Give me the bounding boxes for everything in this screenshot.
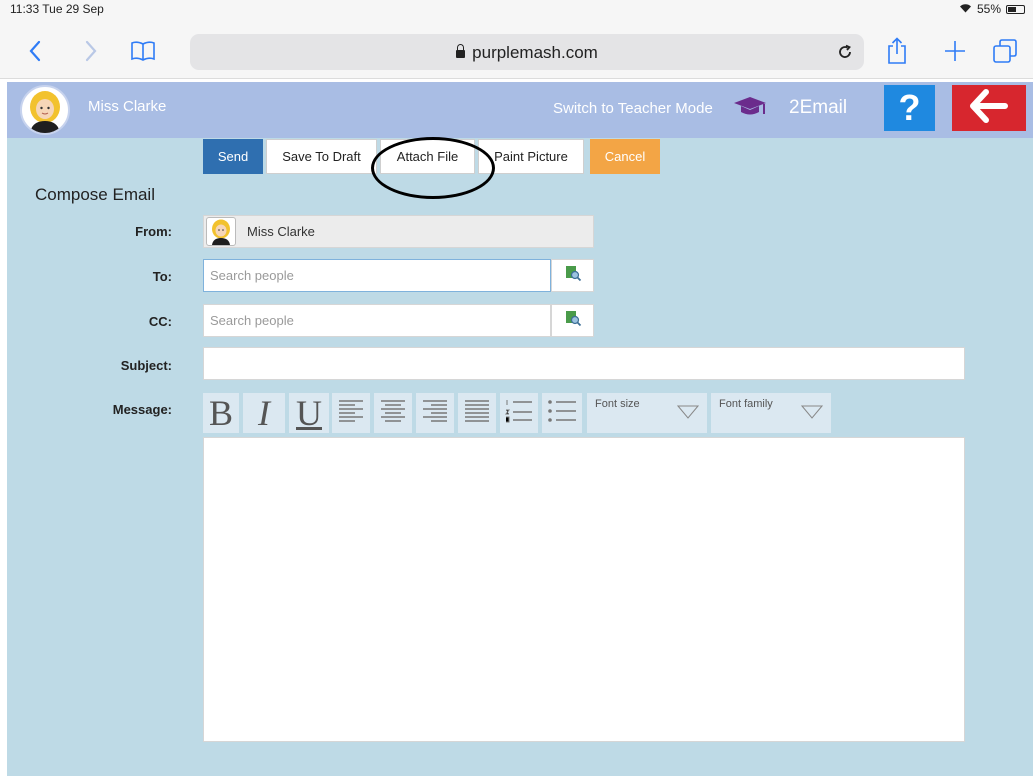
lock-icon (456, 44, 466, 58)
battery-percent: 55% (976, 2, 1001, 16)
to-search-input[interactable] (203, 259, 551, 292)
cc-search-input[interactable] (203, 304, 551, 337)
compose-title: Compose Email (35, 185, 155, 204)
tabs-icon[interactable] (988, 34, 1022, 68)
share-icon[interactable] (880, 34, 914, 68)
ordered-list-button[interactable] (500, 393, 538, 433)
bookmarks-icon[interactable] (126, 34, 160, 68)
font-family-label: Font family (719, 398, 773, 410)
align-left-icon (338, 399, 364, 428)
align-right-icon (422, 399, 448, 428)
bold-icon: B (208, 393, 233, 433)
paint-picture-button[interactable]: Paint Picture (478, 139, 584, 174)
browser-toolbar: purplemash.com (0, 26, 1033, 79)
sender-avatar (206, 217, 236, 246)
user-name: Miss Clarke (88, 98, 167, 115)
save-draft-button[interactable]: Save To Draft (266, 139, 377, 174)
align-center-button[interactable] (374, 393, 412, 433)
to-people-lookup-button[interactable] (551, 259, 594, 292)
battery-level (1008, 6, 1016, 12)
url-display: purplemash.com (190, 43, 864, 63)
align-left-button[interactable] (332, 393, 370, 433)
numbered-list-icon (505, 399, 533, 428)
italic-button[interactable]: I (243, 393, 285, 433)
exit-button[interactable] (952, 85, 1026, 131)
font-size-label: Font size (595, 398, 640, 410)
battery-icon (1006, 4, 1025, 14)
align-center-icon (380, 399, 406, 428)
align-right-button[interactable] (416, 393, 454, 433)
back-icon[interactable] (18, 34, 52, 68)
new-tab-icon[interactable] (938, 34, 972, 68)
align-justify-button[interactable] (458, 393, 496, 433)
bold-button[interactable]: B (203, 393, 239, 433)
cc-people-lookup-button[interactable] (551, 304, 594, 337)
url-text: purplemash.com (472, 43, 598, 62)
message-body-editor[interactable] (203, 437, 965, 742)
bullet-list-icon (547, 399, 577, 428)
arrow-left-icon (969, 88, 1009, 128)
font-family-select[interactable]: Font family (711, 393, 831, 433)
font-size-select[interactable]: Font size (587, 393, 707, 433)
address-book-search-icon (564, 309, 582, 332)
user-avatar[interactable] (20, 85, 70, 135)
app-header: Miss Clarke Switch to Teacher Mode 2Emai… (7, 82, 1033, 138)
italic-icon: I (258, 393, 270, 433)
from-label: From: (135, 224, 172, 239)
graduation-cap-icon[interactable] (733, 96, 767, 123)
wifi-icon (959, 3, 972, 16)
compose-area: Send Save To Draft Attach File Paint Pic… (7, 137, 1033, 776)
status-time: 11:33 Tue 29 Sep (10, 2, 104, 16)
unordered-list-button[interactable] (542, 393, 582, 433)
underline-icon: U (296, 393, 322, 433)
from-value: Miss Clarke (247, 224, 315, 239)
attach-file-button[interactable]: Attach File (380, 139, 475, 174)
reload-icon[interactable] (834, 41, 856, 63)
app-title: 2Email (789, 97, 848, 118)
from-field: Miss Clarke (203, 215, 594, 248)
address-book-search-icon (564, 264, 582, 287)
message-label: Message: (112, 402, 172, 417)
help-button[interactable]: ? (884, 85, 935, 131)
to-label: To: (152, 269, 172, 284)
subject-label: Subject: (120, 358, 172, 373)
address-bar[interactable]: purplemash.com (190, 34, 864, 70)
send-button[interactable]: Send (203, 139, 263, 174)
subject-input[interactable] (203, 347, 965, 380)
cancel-button[interactable]: Cancel (590, 139, 660, 174)
status-indicators: 55% (959, 2, 1025, 16)
underline-button[interactable]: U (289, 393, 329, 433)
switch-teacher-mode-link[interactable]: Switch to Teacher Mode (553, 100, 713, 117)
align-justify-icon (464, 399, 490, 428)
status-bar: 11:33 Tue 29 Sep 55% (0, 0, 1033, 26)
chevron-down-icon (676, 405, 700, 424)
forward-icon[interactable] (74, 34, 108, 68)
chevron-down-icon (800, 405, 824, 424)
text-format-toolbar: B I U Font size Font family (203, 393, 833, 433)
cc-label: CC: (148, 314, 172, 329)
